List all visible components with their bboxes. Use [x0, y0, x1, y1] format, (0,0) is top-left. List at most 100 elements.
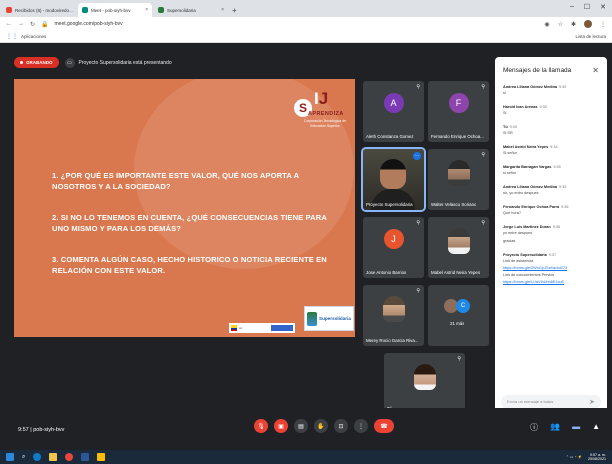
new-tab-icon[interactable]: +: [232, 6, 237, 15]
tray-icons[interactable]: ⌃ ▭ ◔ ⚡: [566, 455, 582, 459]
present-icon[interactable]: ⊡: [334, 419, 348, 433]
message-link[interactable]: https://forms.gle/2WnGyJGzMzduiZ73: [503, 266, 599, 271]
chat-message: Jorge Luis Martinez Duran 9:36 yo entre d…: [503, 225, 599, 236]
more-participants-tile[interactable]: C 21 más: [428, 285, 489, 346]
menu-dots-icon[interactable]: ⋮: [600, 21, 606, 28]
message-time: 9:35: [559, 185, 567, 189]
participant-tile[interactable]: ⚲ Walter Velasco Soriano: [428, 149, 489, 210]
windows-start-icon[interactable]: [6, 453, 14, 461]
mic-muted-icon: ⚲: [481, 220, 485, 226]
aprendiza-logo: S IJ APRENDIZA Corporación Tecnológica d…: [294, 87, 348, 139]
close-tab-icon[interactable]: ×: [221, 7, 224, 13]
chat-message: Andrea Liliana Gómez Medina 9:35 no, yo e…: [503, 185, 599, 196]
meet-area: GRABANDO ▭ Proyecto Supersolidaria está p…: [0, 43, 612, 450]
close-tab-icon[interactable]: ×: [145, 7, 148, 13]
participant-tile[interactable]: ⚲ F Fernando Enrique Ochoa...: [428, 81, 489, 142]
message-text: Link de conocimientos Previos: [503, 273, 555, 277]
minimize-icon[interactable]: –: [570, 3, 574, 11]
close-window-icon[interactable]: ✕: [600, 3, 606, 11]
apps-grid-icon[interactable]: ⋮⋮: [6, 33, 18, 40]
question-3: 3. COMENTA ALGÚN CASO, HECHO HISTORICO O…: [52, 255, 327, 276]
side-controls: ⓘ 👥 ▬ ▲: [530, 422, 600, 433]
url-field[interactable]: meet.google.com/pob-siyh-bvv: [55, 21, 123, 27]
raise-hand-icon[interactable]: ✋: [314, 419, 328, 433]
close-icon[interactable]: ✕: [592, 66, 599, 75]
mic-toggle-icon[interactable]: 🎙: [254, 419, 268, 433]
send-icon[interactable]: ➤: [589, 398, 595, 406]
participant-avatar: A: [383, 92, 404, 113]
file-explorer-icon[interactable]: [49, 453, 58, 461]
hang-up-icon[interactable]: ☎: [374, 419, 394, 433]
chat-icon[interactable]: ▬: [572, 422, 580, 433]
chat-message: Proyecto Supersolidaria 9:37 Link de asis…: [503, 253, 599, 285]
search-icon[interactable]: ⌕: [22, 454, 25, 461]
participant-tile[interactable]: ⚲ Mabel Astrid Neira Yepes: [428, 217, 489, 278]
chat-message: Tú 9:30 Si SR: [503, 125, 599, 136]
presenting-note: ▭ Proyecto Supersolidaria está presentand…: [64, 57, 172, 68]
participant-name: Jose Antonio Barrios: [366, 270, 407, 275]
captions-icon[interactable]: ▤: [294, 419, 308, 433]
message-sender: Jorge Luis Martinez Duran: [503, 225, 551, 229]
reading-list[interactable]: Lista de lectura: [575, 34, 606, 39]
message-time: 9:30: [539, 105, 547, 109]
message-time: 9:37: [548, 253, 557, 257]
logo-ij-mark: IJ: [314, 89, 329, 108]
message-time: 9:34: [550, 145, 558, 149]
participant-tile-presenter[interactable]: ⋯ Proyecto Supersolidaria: [361, 147, 426, 212]
word-icon[interactable]: [81, 453, 90, 461]
mic-muted-icon: ⚲: [416, 288, 420, 294]
chat-input[interactable]: Envía un mensaje a todos: [501, 395, 601, 409]
tab-meet[interactable]: Meet - pob-siyh-bvv ×: [78, 3, 152, 17]
logo-subtitle: Corporación Tecnológica de Educación Sup…: [304, 119, 346, 128]
tab-label: Supersolidaria: [167, 7, 196, 13]
message-text: Si señor: [503, 151, 517, 155]
clock[interactable]: 9:57 a. m. 25/08/2021: [588, 453, 606, 461]
extensions-icon[interactable]: ✱: [571, 21, 576, 28]
message-text: si señor: [503, 171, 517, 175]
camera-toggle-icon[interactable]: ▣: [274, 419, 288, 433]
maximize-icon[interactable]: ☐: [584, 3, 590, 11]
supersolidaria-logo: Supersolidaria: [304, 306, 354, 331]
window-controls: – ☐ ✕: [570, 3, 606, 11]
question-2-line-1: 2. SI NO LO TENEMOS EN CUENTA, ¿QUÉ CONS…: [52, 213, 327, 222]
message-text: Si: [503, 111, 507, 115]
participant-name: Fernando Enrique Ochoa...: [431, 134, 484, 139]
reload-icon[interactable]: ↻: [30, 21, 35, 28]
tab-gmail[interactable]: Recibidos (8) - modoviredo... ×: [2, 3, 76, 17]
back-icon[interactable]: ←: [6, 21, 12, 27]
os-taskbar: ⌕ ⌃ ▭ ◔ ⚡ 9:57 a. m. 25/08/2021: [0, 450, 612, 464]
participant-avatar: J: [383, 228, 404, 249]
participant-name: Mabel Astrid Neira Yepes: [431, 270, 481, 275]
video-head-shape: [380, 159, 406, 189]
participant-name: Walter Velasco Soriano: [431, 202, 477, 207]
activities-icon[interactable]: ▲: [592, 422, 600, 433]
more-options-icon[interactable]: ⋮: [354, 419, 368, 433]
participant-tile[interactable]: ⚲ J Jose Antonio Barrios: [363, 217, 424, 278]
edge-icon[interactable]: [33, 453, 42, 461]
mic-muted-icon: ⚲: [481, 84, 485, 90]
chat-message: Fernando Enrique Ochoa Parra 9:36 Qué hor…: [503, 205, 599, 216]
chat-message: Margarita Barragan Vargas 9:35 si señor: [503, 165, 599, 176]
presentation-slide: S IJ APRENDIZA Corporación Tecnológica d…: [14, 79, 355, 337]
participant-tile[interactable]: ⚲ A Aleth Constanza Gomez: [363, 81, 424, 142]
tab-supersolidaria[interactable]: Supersolidaria ×: [154, 3, 228, 17]
people-icon[interactable]: 👥: [550, 422, 560, 433]
apps-bookmark[interactable]: Aplicaciones: [21, 34, 46, 39]
chrome-icon[interactable]: [65, 453, 74, 461]
forward-icon[interactable]: →: [18, 21, 24, 27]
profile-avatar[interactable]: [584, 20, 592, 28]
camera-indicator-icon[interactable]: ◉: [544, 21, 549, 28]
bookmarks-bar: ⋮⋮ Aplicaciones Lista de lectura: [0, 31, 612, 43]
info-icon[interactable]: ⓘ: [530, 422, 538, 433]
clock-date: 25/08/2021: [588, 457, 606, 461]
more-options-icon[interactable]: ⋯: [413, 152, 421, 160]
message-sender: Andrea Liliana Gómez Medina: [503, 85, 558, 89]
recording-label: GRABANDO: [26, 60, 53, 65]
participant-tile[interactable]: ⚲ Merey Rocio Garcia Riva...: [363, 285, 424, 346]
chat-message: Mabel Astrid Neira Yepes 9:34 Si señor: [503, 145, 599, 156]
present-screen-icon: ▭: [64, 57, 75, 68]
message-link[interactable]: https://forms.gle/LUaVthUhn6E1cuE: [503, 280, 599, 285]
self-tile[interactable]: ⚲ Tú: [384, 353, 465, 414]
star-icon[interactable]: ☆: [558, 21, 563, 28]
meet-app-icon[interactable]: [97, 453, 106, 461]
